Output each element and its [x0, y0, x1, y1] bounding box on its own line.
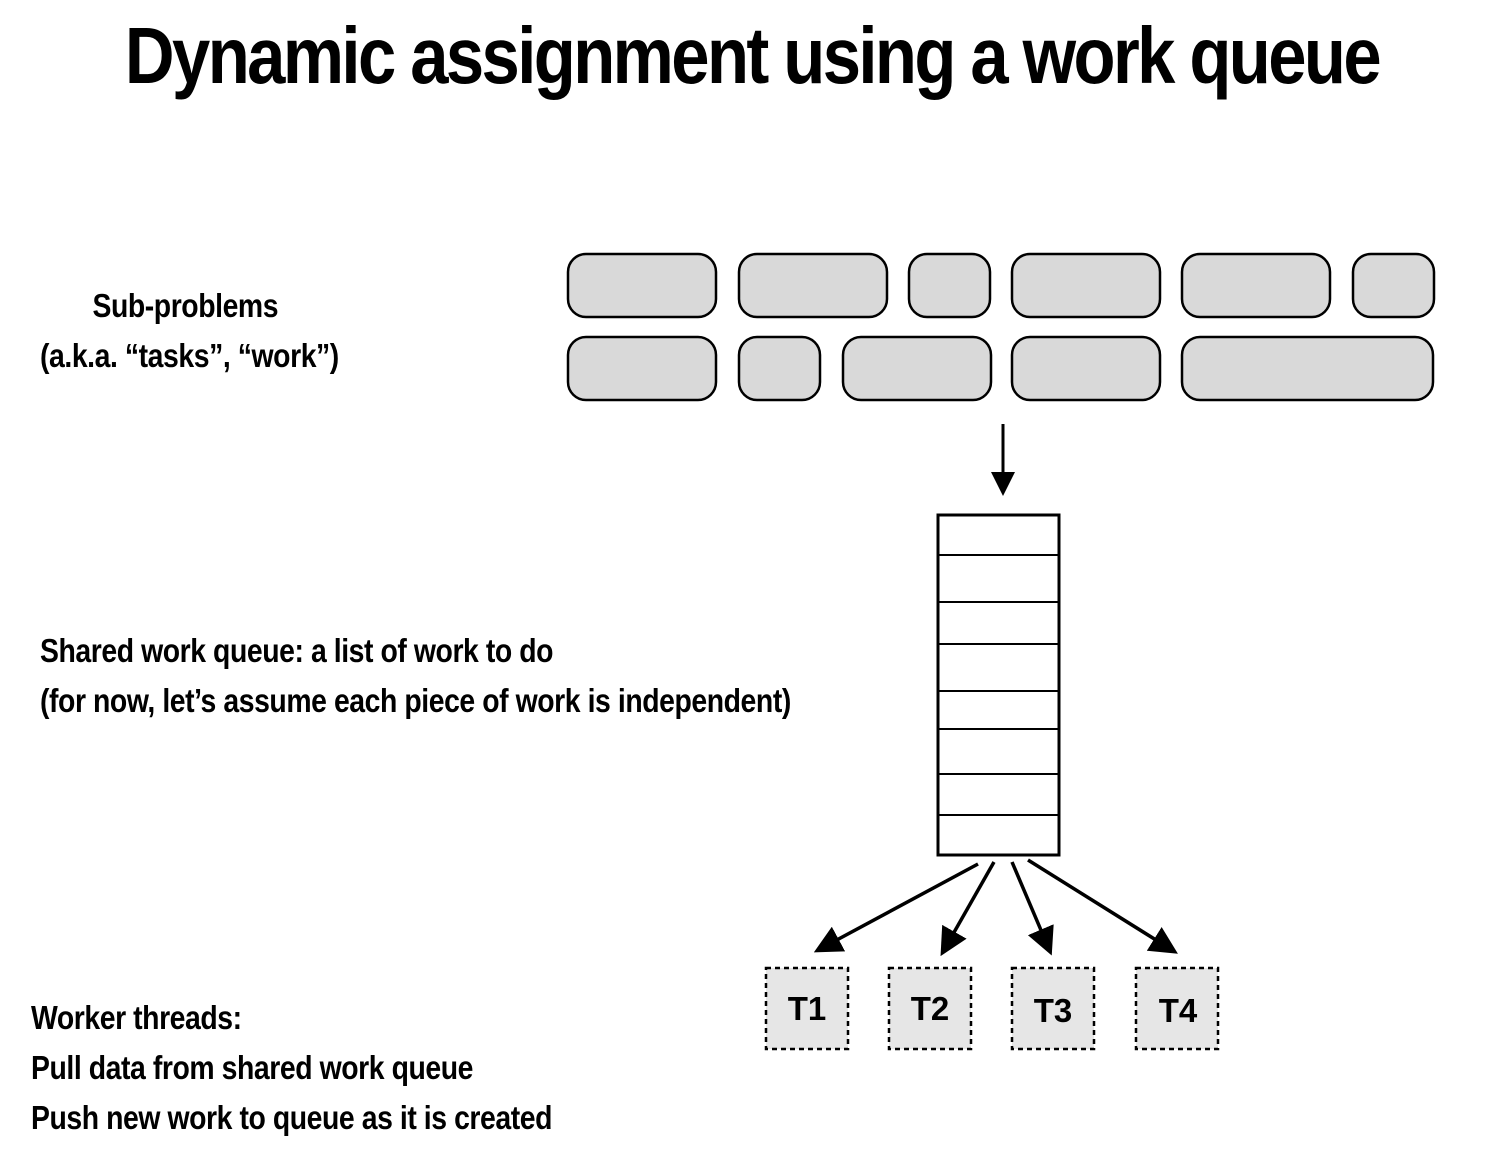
queue-slot — [937, 643, 1060, 692]
shared-work-queue — [936, 513, 1061, 857]
task-block — [1180, 252, 1332, 319]
task-row-2 — [566, 335, 1435, 402]
task-block — [566, 252, 718, 319]
arrow-to-t2 — [940, 861, 996, 957]
queue-slot — [937, 773, 1060, 816]
thread-label: T1 — [788, 990, 827, 1027]
thread-t2: T2 — [887, 966, 973, 1051]
arrow-to-t3 — [1010, 861, 1054, 956]
queue-slot — [937, 601, 1060, 645]
dequeue-arrows — [813, 858, 1178, 957]
queue-slot — [937, 728, 1060, 775]
task-block — [1180, 335, 1435, 402]
thread-label: T3 — [1034, 992, 1073, 1029]
queue-slot — [937, 554, 1060, 603]
thread-label: T4 — [1159, 992, 1198, 1029]
thread-label: T2 — [911, 990, 950, 1027]
arrow-to-t1 — [813, 862, 979, 953]
task-block — [1010, 252, 1162, 319]
task-block — [566, 335, 718, 402]
thread-t3: T3 — [1010, 966, 1096, 1051]
task-block — [1351, 252, 1436, 319]
queue-slot — [937, 514, 1060, 556]
task-block — [737, 252, 889, 319]
queue-slot — [937, 814, 1060, 856]
task-block — [737, 335, 822, 402]
worker-threads: T1 T2 T3 T4 — [764, 966, 1220, 1051]
work-queue-diagram: T1 T2 T3 T4 — [566, 252, 1436, 1051]
task-row-1 — [566, 252, 1436, 319]
arrow-to-t4 — [1027, 858, 1178, 954]
task-block — [1010, 335, 1162, 402]
thread-t4: T4 — [1134, 966, 1220, 1051]
thread-t1: T1 — [764, 966, 850, 1051]
task-block — [841, 335, 993, 402]
task-block — [907, 252, 992, 319]
queue-slot — [937, 690, 1060, 730]
